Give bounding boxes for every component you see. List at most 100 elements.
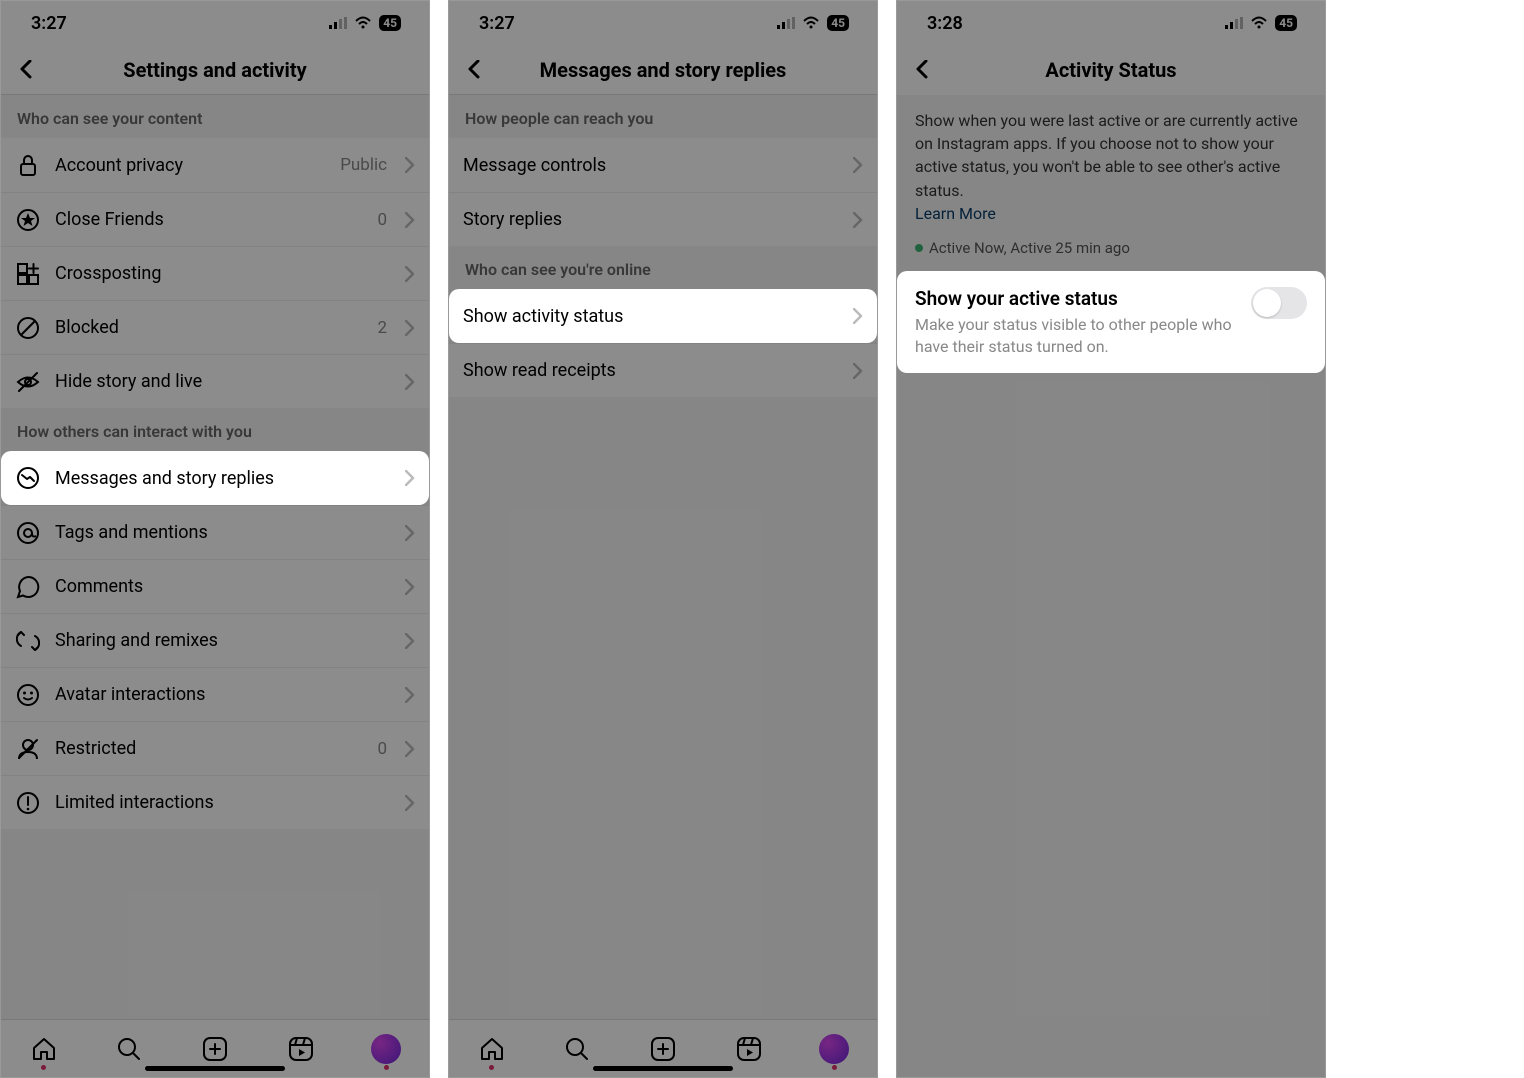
search-icon	[116, 1036, 142, 1062]
section-header-interact: How others can interact with you	[1, 408, 429, 451]
row-label: Account privacy	[55, 155, 326, 176]
chevron-right-icon	[853, 363, 863, 379]
chevron-right-icon	[405, 579, 415, 595]
back-button[interactable]	[907, 55, 937, 85]
status-example: Active Now, Active 25 min ago	[897, 235, 1325, 271]
row-label: Story replies	[463, 209, 839, 230]
chevron-right-icon	[405, 212, 415, 228]
battery-icon: 45	[379, 15, 401, 31]
row-label: Sharing and remixes	[55, 630, 391, 651]
block-icon	[15, 315, 41, 341]
tab-profile[interactable]	[819, 1034, 849, 1064]
chevron-left-icon	[467, 60, 481, 80]
chevron-right-icon	[405, 266, 415, 282]
tab-create[interactable]	[648, 1034, 678, 1064]
clock: 3:27	[479, 13, 515, 34]
reels-icon	[288, 1036, 314, 1062]
list-row[interactable]: Account privacyPublic	[1, 138, 429, 192]
row-label: Close Friends	[55, 209, 363, 230]
search-icon	[564, 1036, 590, 1062]
row-label: Show read receipts	[463, 360, 839, 381]
page-title: Settings and activity	[123, 58, 306, 82]
section-header-reach: How people can reach you	[449, 95, 877, 138]
list-row[interactable]: Messages and story replies	[1, 451, 429, 505]
tab-reels[interactable]	[286, 1034, 316, 1064]
active-status-toggle[interactable]	[1251, 287, 1307, 319]
cross-icon	[15, 261, 41, 287]
row-label: Hide story and live	[55, 371, 391, 392]
row-value: 0	[377, 210, 387, 230]
page-title: Activity Status	[1045, 58, 1176, 82]
screen-activity-status: 3:28 45 Activity Status Show when you we…	[896, 0, 1326, 1078]
screen-messages: 3:27 45 Messages and story replies How p…	[448, 0, 878, 1078]
list-row[interactable]: Blocked2	[1, 300, 429, 354]
hide-icon	[15, 369, 41, 395]
signal-icon	[777, 17, 797, 29]
tab-search[interactable]	[114, 1034, 144, 1064]
chevron-right-icon	[405, 687, 415, 703]
row-value: 2	[377, 318, 387, 338]
chevron-right-icon	[405, 795, 415, 811]
list-row[interactable]: Restricted 0	[1, 721, 429, 775]
nav-header: Activity Status	[897, 45, 1325, 95]
tab-profile[interactable]	[371, 1034, 401, 1064]
limit-icon	[15, 790, 41, 816]
back-button[interactable]	[11, 55, 41, 85]
chevron-right-icon	[405, 741, 415, 757]
back-button[interactable]	[459, 55, 489, 85]
clock: 3:28	[927, 13, 963, 34]
list-row[interactable]: Close Friends 0	[1, 192, 429, 246]
star-icon	[15, 207, 41, 233]
avatar-icon	[15, 682, 41, 708]
list-row[interactable]: Tags and mentions	[1, 505, 429, 559]
chevron-left-icon	[19, 60, 33, 80]
row-label: Message controls	[463, 155, 839, 176]
chevron-right-icon	[405, 320, 415, 336]
signal-icon	[1225, 17, 1245, 29]
list-row[interactable]: Hide story and live	[1, 354, 429, 408]
msg-icon	[15, 465, 41, 491]
home-indicator[interactable]	[145, 1066, 285, 1071]
chevron-left-icon	[915, 60, 929, 80]
restrict-icon	[15, 736, 41, 762]
tab-home[interactable]	[29, 1034, 59, 1064]
status-bar: 3:27 45	[449, 1, 877, 45]
clock: 3:27	[31, 13, 67, 34]
row-label: Show activity status	[463, 306, 839, 327]
row-label: Crossposting	[55, 263, 391, 284]
chevron-right-icon	[853, 212, 863, 228]
list-row[interactable]: Avatar interactions	[1, 667, 429, 721]
row-value: 0	[377, 739, 387, 759]
list-row[interactable]: Message controls	[449, 138, 877, 192]
tab-create[interactable]	[200, 1034, 230, 1064]
battery-icon: 45	[1275, 15, 1297, 31]
screen-settings: 3:27 45 Settings and activity Who can se…	[0, 0, 430, 1078]
signal-icon	[329, 17, 349, 29]
row-label: Comments	[55, 576, 391, 597]
list-row[interactable]: Comments	[1, 559, 429, 613]
show-active-status-row[interactable]: Show your active status Make your status…	[897, 271, 1325, 373]
tab-reels[interactable]	[734, 1034, 764, 1064]
list-row[interactable]: Limited interactions	[1, 775, 429, 829]
wifi-icon	[803, 16, 821, 30]
list-row[interactable]: Show activity status	[449, 289, 877, 343]
share-icon	[15, 628, 41, 654]
wifi-icon	[1251, 16, 1269, 30]
home-indicator[interactable]	[593, 1066, 733, 1071]
toggle-subtitle: Make your status visible to other people…	[915, 314, 1307, 357]
plus-icon	[202, 1036, 228, 1062]
row-label: Limited interactions	[55, 792, 391, 813]
list-row[interactable]: Sharing and remixes	[1, 613, 429, 667]
tab-home[interactable]	[477, 1034, 507, 1064]
row-label: Restricted	[55, 738, 363, 759]
lock-icon	[15, 152, 41, 178]
wifi-icon	[355, 16, 373, 30]
status-bar: 3:28 45	[897, 1, 1325, 45]
tab-search[interactable]	[562, 1034, 592, 1064]
learn-more-link[interactable]: Learn More	[915, 204, 996, 223]
list-row[interactable]: Story replies	[449, 192, 877, 246]
list-row[interactable]: Show read receipts	[449, 343, 877, 397]
active-dot-icon	[915, 244, 923, 252]
chevron-right-icon	[405, 374, 415, 390]
list-row[interactable]: Crossposting	[1, 246, 429, 300]
